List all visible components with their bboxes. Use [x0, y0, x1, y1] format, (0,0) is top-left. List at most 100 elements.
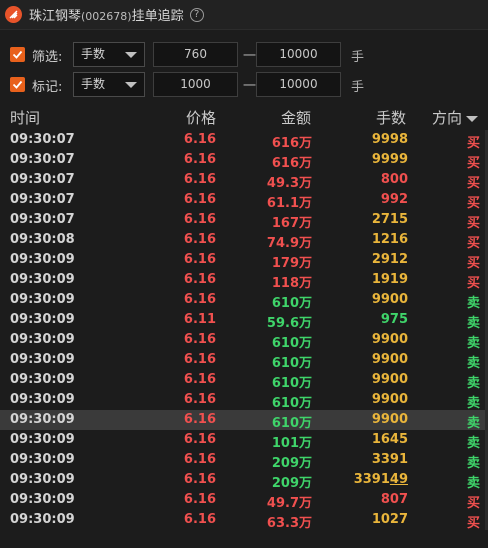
cell-price: 6.16 [183, 452, 216, 467]
cell-amount: 610万 [271, 336, 312, 351]
col-qty[interactable]: 手数 [376, 107, 406, 128]
table-row[interactable]: 09:30:09 6.16 209万 339149 卖 [0, 470, 488, 491]
cell-amount: 209万 [271, 476, 312, 491]
cell-direction: 卖 [467, 356, 481, 371]
table-row[interactable]: 09:30:09 6.16 610万 9900 卖 [0, 290, 488, 311]
cell-time: 09:30:09 [10, 512, 75, 527]
cell-amount: 179万 [271, 256, 312, 271]
cell-time: 09:30:09 [10, 332, 75, 347]
cell-qty: 9900 [371, 372, 408, 387]
table-row[interactable]: 09:30:09 6.16 49.7万 807 买 [0, 490, 488, 511]
table-row[interactable]: 09:30:07 6.16 616万 9999 买 [0, 150, 488, 171]
cell-qty: 1645 [371, 432, 408, 447]
cell-time: 09:30:07 [10, 152, 75, 167]
cell-price: 6.16 [183, 272, 216, 287]
cell-direction: 买 [467, 176, 481, 191]
cell-direction: 卖 [467, 436, 481, 451]
table-row[interactable]: 09:30:09 6.11 59.6万 975 卖 [0, 310, 488, 331]
cell-price: 6.16 [183, 172, 216, 187]
cell-time: 09:30:07 [10, 212, 75, 227]
cell-qty: 9998 [371, 132, 408, 147]
col-price[interactable]: 价格 [186, 107, 216, 128]
table-row[interactable]: 09:30:07 6.16 616万 9998 买 [0, 130, 488, 151]
cell-time: 09:30:09 [10, 492, 75, 507]
cell-direction: 卖 [467, 416, 481, 431]
mark-type-select[interactable]: 手数 [73, 72, 145, 97]
table-row[interactable]: 09:30:09 6.16 179万 2912 买 [0, 250, 488, 271]
cell-direction: 卖 [467, 316, 481, 331]
cell-direction: 卖 [467, 296, 481, 311]
col-time[interactable]: 时间 [10, 107, 40, 128]
filter-max-input[interactable]: 10000 [256, 42, 341, 67]
cell-price: 6.16 [183, 232, 216, 247]
mark-max-input[interactable]: 10000 [256, 72, 341, 97]
cell-amount: 616万 [271, 156, 312, 171]
cell-qty: 3391 [371, 452, 408, 467]
cell-amount: 167万 [271, 216, 312, 231]
table-row[interactable]: 09:30:09 6.16 63.3万 1027 买 [0, 510, 488, 531]
cell-price: 6.16 [183, 132, 216, 147]
check-icon [12, 80, 23, 89]
cell-direction: 买 [467, 156, 481, 171]
mark-type-value: 手数 [81, 77, 106, 91]
cell-direction: 买 [467, 136, 481, 151]
cell-amount: 610万 [271, 376, 312, 391]
cell-qty: 2715 [371, 212, 408, 227]
check-icon [12, 50, 23, 59]
cell-qty: 1216 [371, 232, 408, 247]
cell-qty: 800 [380, 172, 408, 187]
table-row[interactable]: 09:30:09 6.16 610万 9900 卖 [0, 350, 488, 371]
mark-row: 标记: 手数 1000 一 10000 手 [0, 72, 488, 98]
filter-min-input[interactable]: 760 [153, 42, 238, 67]
cell-qty: 9900 [371, 332, 408, 347]
filter-checkbox[interactable] [10, 47, 25, 62]
cell-qty: 9900 [371, 352, 408, 367]
cell-price: 6.16 [183, 332, 216, 347]
cell-time: 09:30:09 [10, 272, 75, 287]
cell-price: 6.16 [183, 432, 216, 447]
trade-list[interactable]: 09:30:07 6.16 616万 9998 买 09:30:07 6.16 616万 999… [0, 130, 488, 531]
table-row[interactable]: 09:30:07 6.16 61.1万 992 买 [0, 190, 488, 211]
table-row[interactable]: 09:30:09 6.16 610万 9900 卖 [0, 410, 488, 431]
table-row[interactable]: 09:30:09 6.16 610万 9900 卖 [0, 330, 488, 351]
cell-time: 09:30:07 [10, 132, 75, 147]
table-row[interactable]: 09:30:09 6.16 610万 9900 卖 [0, 390, 488, 411]
table-row[interactable]: 09:30:09 6.16 209万 3391 卖 [0, 450, 488, 471]
range-dash: 一 [243, 49, 257, 64]
cell-time: 09:30:07 [10, 192, 75, 207]
mark-checkbox[interactable] [10, 77, 25, 92]
cell-time: 09:30:08 [10, 232, 75, 247]
stock-code: (002678) [81, 10, 132, 23]
window-title: 珠江钢琴(002678)挂单追踪 [29, 5, 184, 24]
cell-qty: 975 [380, 312, 408, 327]
cell-direction: 卖 [467, 456, 481, 471]
table-row[interactable]: 09:30:07 6.16 167万 2715 买 [0, 210, 488, 231]
cell-amount: 49.7万 [266, 496, 312, 511]
sort-down-icon [466, 115, 479, 122]
table-row[interactable]: 09:30:08 6.16 74.9万 1216 买 [0, 230, 488, 251]
cell-direction: 买 [467, 216, 481, 231]
col-amount[interactable]: 金额 [281, 107, 311, 128]
table-row[interactable]: 09:30:09 6.16 610万 9900 卖 [0, 370, 488, 391]
mark-label: 标记: [32, 80, 63, 95]
table-row[interactable]: 09:30:09 6.16 101万 1645 卖 [0, 430, 488, 451]
cell-time: 09:30:09 [10, 412, 75, 427]
cell-price: 6.16 [183, 192, 216, 207]
cell-price: 6.16 [183, 152, 216, 167]
help-icon[interactable]: ? [189, 7, 204, 22]
cell-qty: 9900 [371, 412, 408, 427]
unit-label: 手 [351, 80, 365, 95]
cell-time: 09:30:09 [10, 252, 75, 267]
cell-qty: 339149 [353, 472, 408, 487]
cell-time: 09:30:09 [10, 472, 75, 487]
table-header: 时间 价格 金额 手数 方向 [0, 105, 488, 129]
table-row[interactable]: 09:30:07 6.16 49.3万 800 买 [0, 170, 488, 191]
filter-type-select[interactable]: 手数 [73, 42, 145, 67]
table-row[interactable]: 09:30:09 6.16 118万 1919 买 [0, 270, 488, 291]
cell-time: 09:30:09 [10, 432, 75, 447]
cell-time: 09:30:09 [10, 352, 75, 367]
cell-amount: 74.9万 [266, 236, 312, 251]
col-direction[interactable]: 方向 [432, 107, 479, 128]
cell-amount: 59.6万 [266, 316, 312, 331]
mark-min-input[interactable]: 1000 [153, 72, 238, 97]
